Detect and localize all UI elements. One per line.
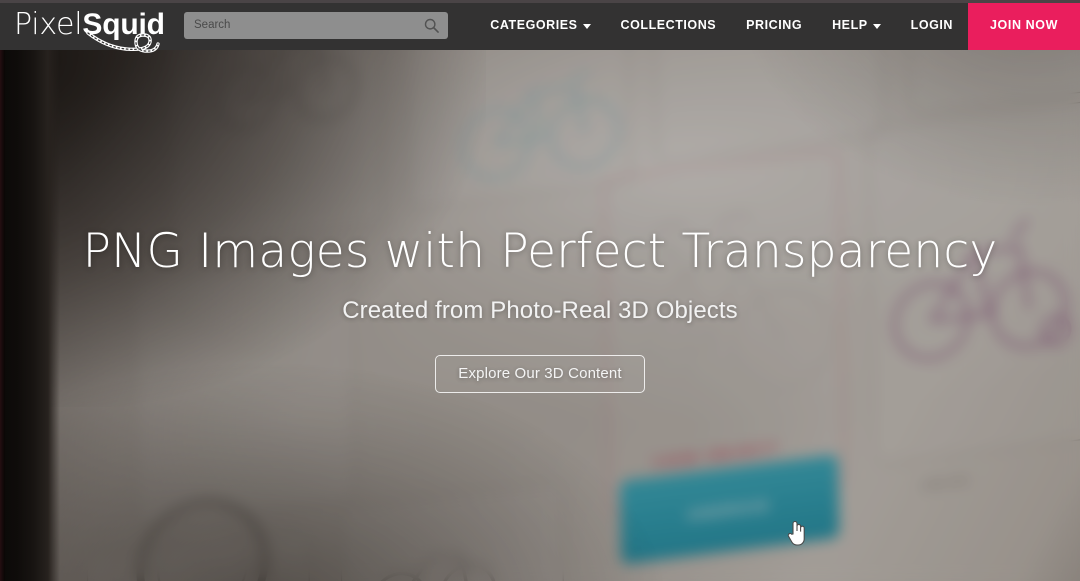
main-nav: CATEGORIES COLLECTIONS PRICING HELP LOGI… xyxy=(475,0,1080,50)
nav-item-label: PRICING xyxy=(746,18,803,32)
hero-background: Bicycle Built for Two Little Girl VIEW O… xyxy=(0,0,1080,581)
logo-text-light: Pixel xyxy=(14,7,83,42)
nav-item-label: COLLECTIONS xyxy=(620,18,717,32)
page-root: Bicycle Built for Two Little Girl VIEW O… xyxy=(0,0,1080,581)
nav-item-collections[interactable]: COLLECTIONS xyxy=(606,0,732,50)
squid-tentacle-icon xyxy=(86,31,160,53)
nav-item-pricing[interactable]: PRICING xyxy=(731,0,817,50)
nav-item-login[interactable]: LOGIN xyxy=(896,0,968,50)
nav-item-label: CATEGORIES xyxy=(490,18,578,32)
hand-pointer-cursor xyxy=(787,520,805,546)
search-icon[interactable] xyxy=(424,18,439,33)
nav-item-label: LOGIN xyxy=(910,18,953,32)
nav-item-label: HELP xyxy=(832,18,868,32)
search-container xyxy=(184,11,448,39)
site-header: PixelSquid CATEGORIES COLLECTI xyxy=(0,0,1080,53)
logo[interactable]: PixelSquid xyxy=(0,0,170,53)
chevron-down-icon xyxy=(582,23,591,29)
background-darken-overlay xyxy=(0,0,1080,581)
nav-item-help[interactable]: HELP xyxy=(817,0,896,50)
search-box[interactable] xyxy=(184,11,448,39)
explore-content-button[interactable]: Explore Our 3D Content xyxy=(435,355,645,393)
join-now-button[interactable]: JOIN NOW xyxy=(968,0,1080,50)
search-input[interactable] xyxy=(184,11,448,39)
nav-item-categories[interactable]: CATEGORIES xyxy=(475,0,605,50)
chevron-down-icon xyxy=(872,23,881,29)
